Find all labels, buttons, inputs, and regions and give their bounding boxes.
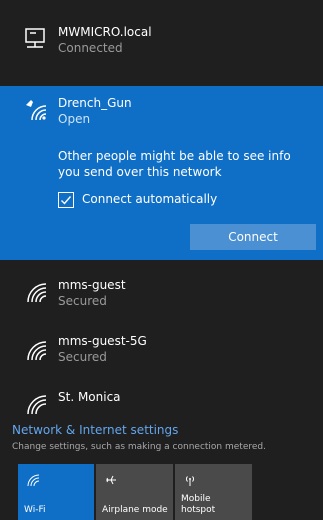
wifi-secured-icon	[22, 336, 48, 362]
network-status: Connected	[58, 41, 123, 55]
airplane-icon	[104, 472, 118, 491]
network-settings-link[interactable]: Network & Internet settings	[12, 423, 178, 437]
ethernet-icon	[22, 26, 48, 52]
tile-label: Airplane mode	[102, 505, 168, 515]
wifi-icon	[22, 390, 48, 416]
checkmark-icon	[61, 196, 72, 205]
connect-automatically-checkbox[interactable]	[58, 192, 74, 208]
network-status: Secured	[58, 350, 107, 364]
airplane-mode-tile[interactable]: Airplane mode	[96, 464, 173, 520]
connect-automatically-label[interactable]: Connect automatically	[82, 192, 217, 206]
network-name: St. Monica	[58, 390, 121, 404]
network-item[interactable]: St. Monica	[0, 382, 323, 416]
network-item-selected[interactable]: Drench_Gun Open Other people might be ab…	[0, 86, 323, 260]
network-item-wired[interactable]: MWMICRO.local Connected	[0, 0, 323, 86]
network-name: Drench_Gun	[58, 96, 132, 110]
network-settings-description: Change settings, such as making a connec…	[12, 442, 266, 452]
wifi-toggle-tile[interactable]: Wi-Fi	[18, 464, 94, 520]
network-status: Secured	[58, 294, 107, 308]
network-status: Open	[58, 112, 91, 126]
wifi-secured-icon	[22, 278, 48, 304]
tile-label: Wi-Fi	[24, 505, 46, 515]
wifi-open-warning-icon	[22, 96, 48, 122]
wifi-icon	[26, 472, 40, 491]
mobile-hotspot-tile[interactable]: Mobile hotspot	[175, 464, 252, 520]
network-flyout: MWMICRO.local Connected Drench_Gun Open …	[0, 0, 323, 520]
tile-label: Mobile hotspot	[181, 494, 216, 515]
security-warning-text: Other people might be able to see info y…	[58, 149, 291, 179]
network-item[interactable]: mms-guest-5G Secured	[0, 326, 323, 376]
network-name: mms-guest-5G	[58, 334, 147, 348]
network-name: MWMICRO.local	[58, 25, 152, 39]
hotspot-icon	[183, 472, 197, 491]
network-item[interactable]: mms-guest Secured	[0, 270, 323, 320]
connect-button[interactable]: Connect	[190, 224, 316, 250]
network-name: mms-guest	[58, 278, 126, 292]
